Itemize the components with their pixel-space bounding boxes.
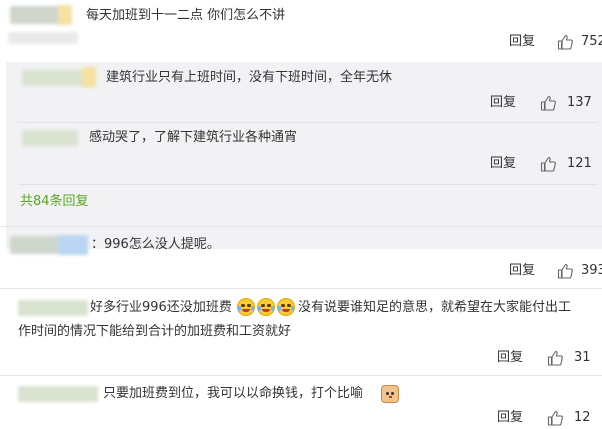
thumbs-up-icon[interactable]	[557, 34, 573, 50]
reply-text: 建筑行业只有上班时间，没有下班时间，全年无休	[106, 70, 393, 85]
reply-text: 感动哭了，了解下建筑行业各种通宵	[89, 130, 298, 145]
like-count: 393	[581, 263, 602, 278]
cat-emoji-icon	[381, 385, 399, 403]
thumbs-up-icon[interactable]	[540, 156, 556, 172]
comment-text: 每天加班到十一二点 你们怎么不讲	[86, 8, 286, 23]
view-all-replies-link[interactable]: 共84条回复	[20, 192, 89, 212]
like-count: 137	[567, 95, 592, 110]
reply-button[interactable]: 回复	[490, 93, 516, 113]
reply-button[interactable]: 回复	[509, 32, 535, 52]
reply-divider	[18, 122, 598, 123]
like-count: 121	[567, 156, 592, 171]
reply-button[interactable]: 回复	[497, 408, 523, 428]
laughing-crying-emoji-icon	[257, 298, 275, 316]
laughing-crying-emoji-icon	[277, 298, 295, 316]
thumbs-up-icon[interactable]	[540, 95, 556, 111]
comment-text-line2: 作时间的情况下能给到合计的加班费和工资就好	[18, 324, 292, 339]
reply-username-highlight-blurred	[82, 67, 96, 87]
comment-divider	[0, 288, 602, 289]
avatar-username-blurred[interactable]	[10, 236, 60, 254]
thumbs-up-icon[interactable]	[557, 263, 573, 279]
username-badge-blurred	[58, 235, 88, 255]
username-highlight-blurred	[58, 5, 72, 25]
laughing-crying-emoji-icon	[237, 298, 255, 316]
blurred-content	[8, 32, 78, 44]
comment-divider	[0, 375, 602, 376]
thumbs-up-icon[interactable]	[547, 410, 563, 426]
comment-text-line1b: 没有说要谁知足的意思，就希望在大家能付出工	[298, 300, 572, 315]
comment-text: 只要加班费到位，我可以以命换钱，打个比喻	[103, 386, 364, 401]
reply-button[interactable]: 回复	[497, 348, 523, 368]
thumbs-up-icon[interactable]	[547, 350, 563, 366]
like-count: 31	[574, 350, 591, 365]
reply-divider	[18, 184, 598, 185]
avatar-username-blurred[interactable]	[18, 300, 88, 316]
avatar-username-blurred[interactable]	[18, 386, 98, 402]
reply-username-blurred[interactable]	[22, 130, 78, 146]
reply-button[interactable]: 回复	[490, 154, 516, 174]
comment-text-line1: 好多行业996还没加班费	[90, 300, 232, 315]
reply-button[interactable]: 回复	[509, 261, 535, 281]
like-count: 752	[581, 34, 602, 49]
avatar-username-blurred[interactable]	[10, 6, 62, 24]
comment-divider	[0, 226, 602, 227]
comment-text: ：996怎么没人提呢。	[91, 237, 220, 252]
like-count: 12	[574, 410, 591, 425]
